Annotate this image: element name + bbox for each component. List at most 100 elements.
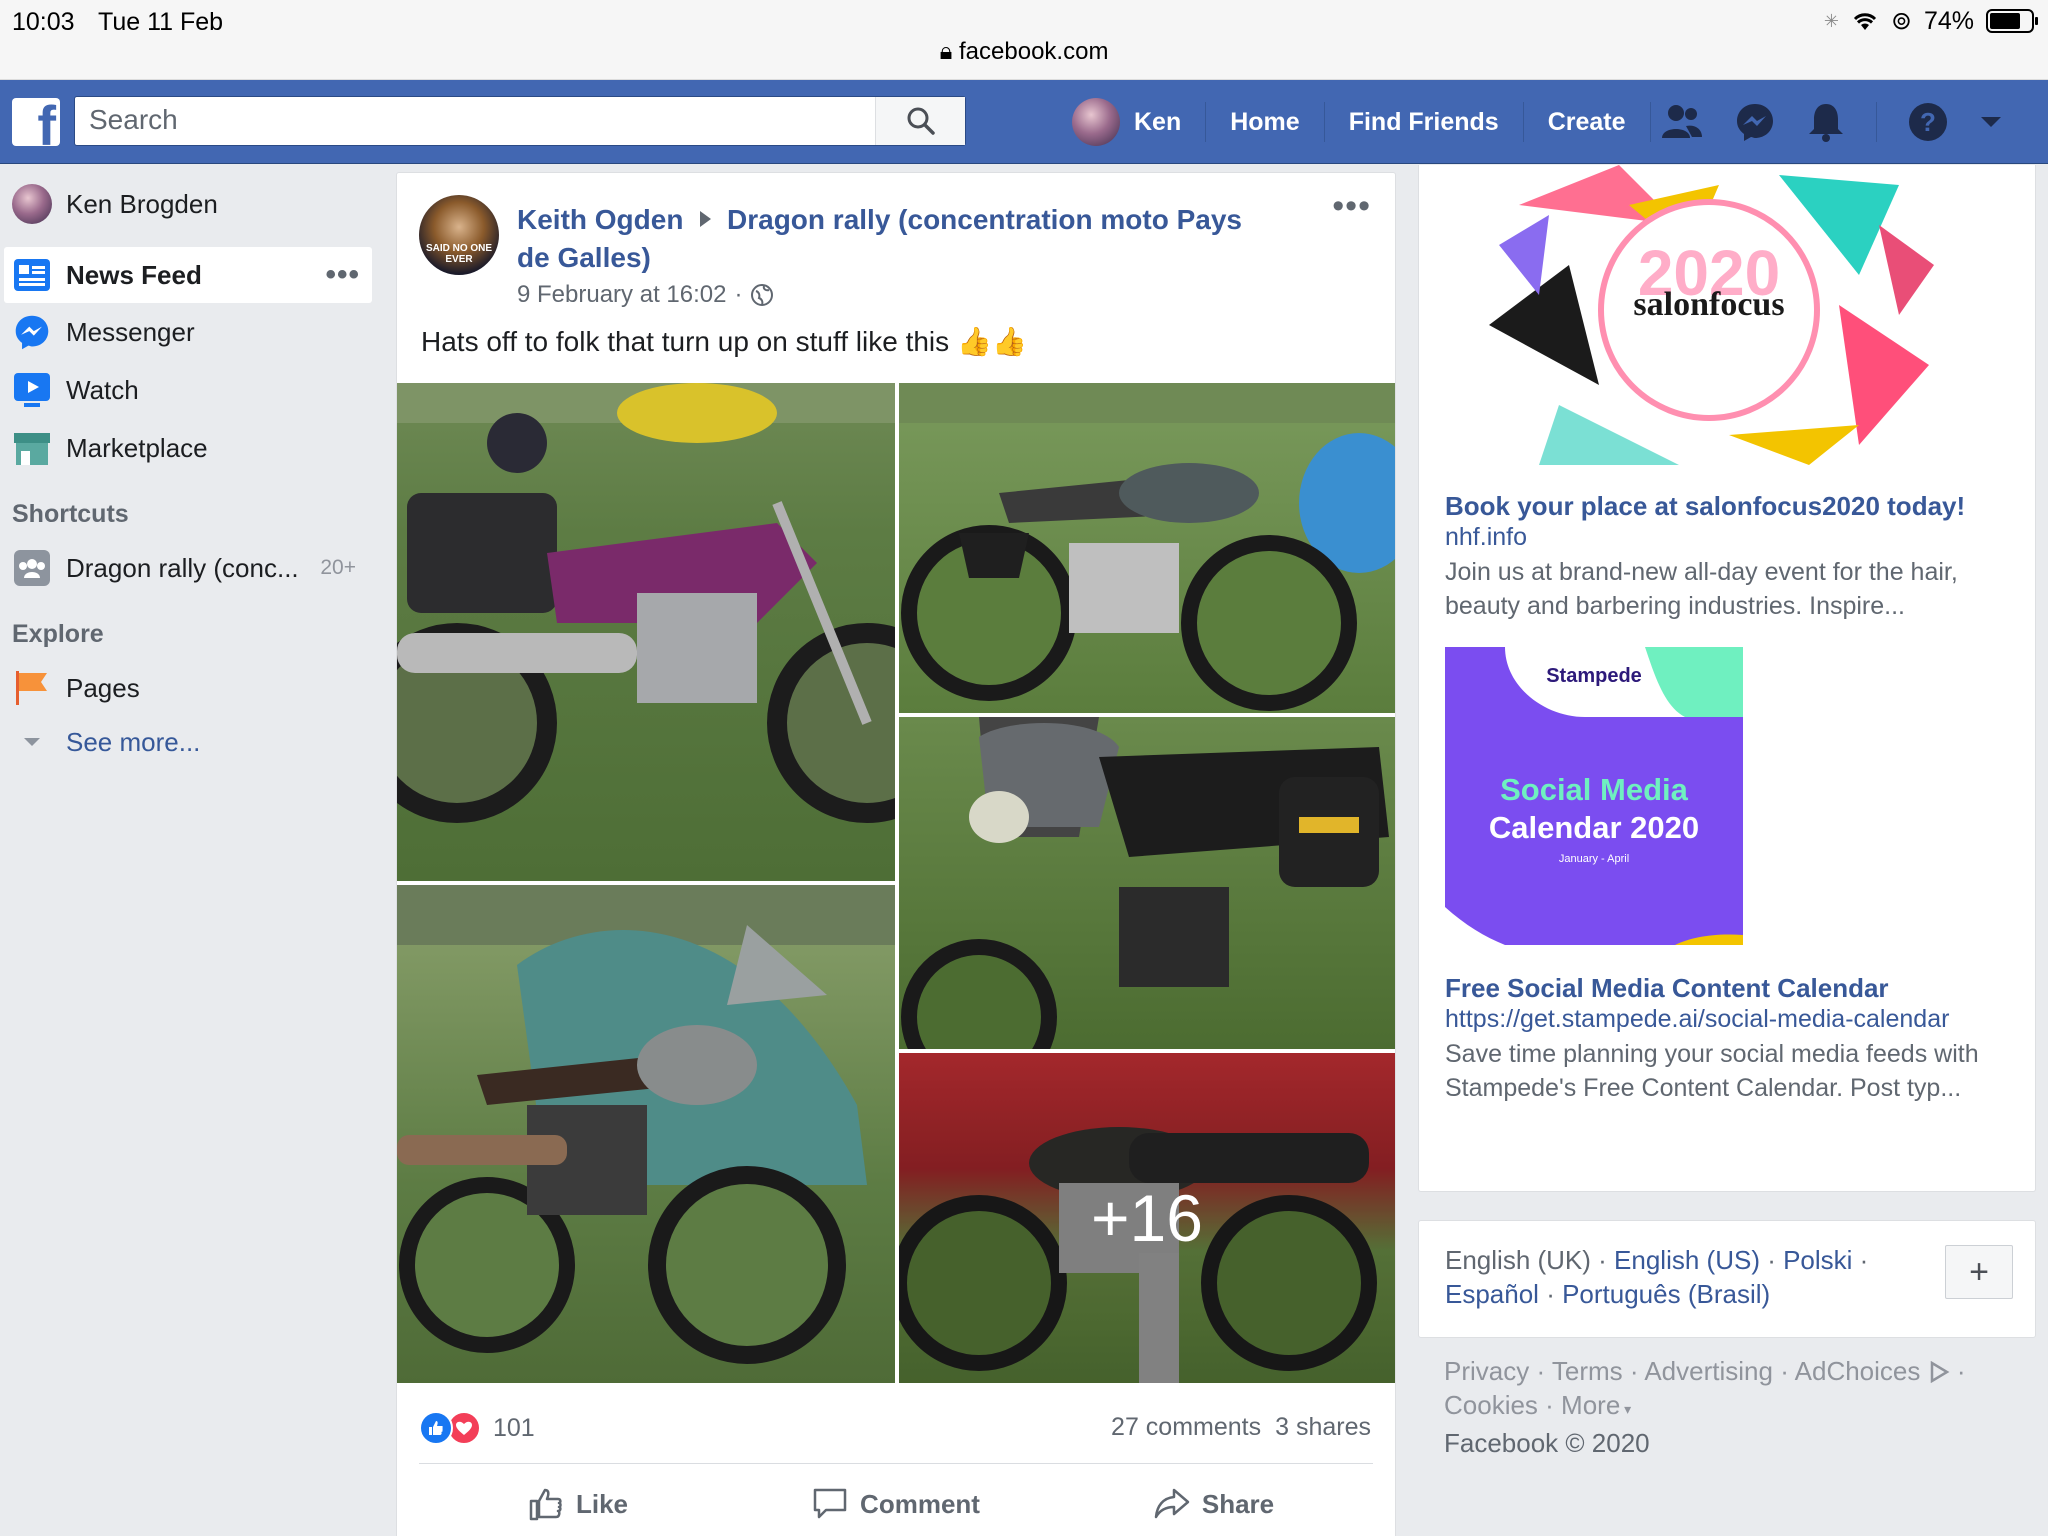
search-input[interactable] [75, 97, 875, 143]
sidebar-item-shortcut[interactable]: Dragon rally (conc... 20+ [0, 539, 380, 597]
comment-button[interactable]: Comment [737, 1469, 1055, 1536]
like-label: Like [575, 1488, 629, 1519]
lock-icon: 🔒︎ [939, 38, 953, 65]
post-body: Hats off to folk that turn up on stuff l… [421, 325, 1027, 358]
post-header: Keith Ogden Dragon rally (concentration … [517, 201, 1277, 277]
help-icon[interactable]: ? [1907, 101, 1949, 143]
add-language-button[interactable]: + [1945, 1245, 2013, 1299]
language-selector: English (UK) · English (US) · Polski · E… [1418, 1220, 2036, 1338]
sidebar-item-watch[interactable]: Watch [0, 361, 380, 419]
like-button[interactable]: Like [419, 1469, 737, 1536]
sidebar-item-pages[interactable]: Pages [0, 659, 380, 717]
battery-percent: 74% [1923, 6, 1974, 35]
copyright: Facebook © 2020 [1444, 1428, 1650, 1458]
friends-icon[interactable] [1660, 102, 1704, 142]
chevron-down-icon [24, 738, 40, 746]
language-link[interactable]: English (US) [1614, 1245, 1760, 1275]
ad-title[interactable]: Book your place at salonfocus2020 today! [1445, 491, 1965, 522]
comments-count[interactable]: 27 comments [1111, 1413, 1261, 1442]
photo-grey-motorcycle[interactable] [899, 383, 1395, 713]
language-link[interactable]: Português (Brasil) [1562, 1279, 1770, 1309]
search-button[interactable] [875, 97, 965, 145]
dropdown-icon[interactable] [1979, 114, 2003, 130]
nav-icons: ? [1660, 80, 2003, 164]
nav-profile-link[interactable]: Ken [1120, 108, 1205, 137]
facebook-logo-icon[interactable]: f [12, 98, 60, 146]
feed-post: SAID NO ONE EVER Keith Ogden Dragon rall… [396, 172, 1396, 1536]
sidebar-item-label: Watch [66, 374, 139, 405]
photo-more[interactable]: +16 [899, 1053, 1395, 1383]
sidebar-profile[interactable]: Ken Brogden [0, 175, 380, 233]
thumbs-up-icon [529, 1488, 562, 1521]
footer-link[interactable]: Cookies [1444, 1390, 1538, 1420]
svg-text:?: ? [1920, 107, 1936, 137]
post-options-icon[interactable]: ••• [1332, 187, 1371, 226]
footer-link[interactable]: Advertising [1644, 1356, 1773, 1386]
ad-image-text: salonfocus [1633, 286, 1784, 323]
more-photos-overlay: +16 [899, 1053, 1395, 1383]
post-actions: Like Comment Share [419, 1469, 1373, 1536]
sidebar-item-marketplace[interactable]: Marketplace [0, 419, 380, 477]
nav-find-friends-link[interactable]: Find Friends [1325, 108, 1523, 137]
share-label: Share [1201, 1488, 1275, 1519]
ad-link[interactable]: nhf.info [1445, 523, 1527, 552]
sidebar-item-label: Messenger [66, 316, 195, 347]
search-icon [907, 107, 935, 135]
ad-image-subheadline: Calendar 2020 [1488, 810, 1700, 845]
sidebar-item-label: Pages [66, 672, 140, 703]
messenger-icon [15, 315, 49, 350]
left-sidebar: Ken Brogden News Feed ••• Messenger Watc… [0, 165, 380, 767]
see-more-link[interactable]: See more... [0, 717, 380, 767]
sponsored-panel: 2020 salonfocus Book your place at salon… [1418, 165, 2036, 1192]
address-bar[interactable]: 🔒︎ facebook.com [0, 38, 2048, 66]
shortcuts-heading: Shortcuts [12, 499, 129, 528]
flag-icon [16, 671, 47, 705]
language-link[interactable]: Español [1445, 1279, 1539, 1309]
wifi-icon [1853, 13, 1877, 30]
photo-vintage-motorcycle-tent[interactable] [397, 885, 895, 1383]
share-button[interactable]: Share [1055, 1469, 1373, 1536]
ad-description: Save time planning your social media fee… [1445, 1040, 1979, 1102]
top-nav: Ken Home Find Friends Create [1072, 80, 1651, 164]
user-avatar[interactable] [1072, 98, 1120, 146]
notifications-icon[interactable] [1806, 101, 1846, 143]
footer: Privacy · Terms · Advertising · AdChoice… [1444, 1356, 1966, 1458]
status-date: Tue 11 Feb [98, 8, 224, 36]
shares-count[interactable]: 3 shares [1275, 1413, 1371, 1442]
photo-purple-motorcycle[interactable] [397, 383, 895, 881]
sidebar-item-news-feed[interactable]: News Feed ••• [4, 247, 372, 303]
thumbs-up-emoji: 👍👍 [957, 326, 1027, 357]
ad-image-stampede[interactable]: Stampede Social Media Calendar 2020 Janua… [1445, 647, 1743, 945]
footer-link[interactable]: More [1561, 1390, 1620, 1420]
reactions-summary[interactable]: 101 [419, 1411, 535, 1445]
post-timestamp[interactable]: 9 February at 16:02 [517, 281, 726, 309]
post-author-avatar[interactable]: SAID NO ONE EVER [419, 195, 499, 275]
ad-title[interactable]: Free Social Media Content Calendar [1445, 973, 1889, 1004]
sidebar-item-messenger[interactable]: Messenger [0, 303, 380, 361]
plus-icon: + [1969, 1252, 1989, 1291]
nav-create-link[interactable]: Create [1524, 108, 1650, 137]
ad-link[interactable]: https://get.stampede.ai/social-media-cal… [1445, 1005, 1949, 1034]
footer-link[interactable]: Terms [1552, 1356, 1623, 1386]
search-box [74, 96, 966, 146]
status-bar: 10:03 Tue 11 Feb 🔒︎ facebook.com ✳︎ ⊚ 74… [0, 0, 2048, 80]
nav-home-link[interactable]: Home [1206, 108, 1323, 137]
post-meta: 9 February at 16:02 · [517, 281, 774, 309]
marketplace-icon [14, 433, 50, 465]
like-reaction-icon [419, 1411, 453, 1445]
ad-description: Join us at brand-new all-day event for t… [1445, 558, 1958, 620]
more-options-icon[interactable]: ••• [325, 258, 360, 292]
footer-link[interactable]: AdChoices [1795, 1356, 1921, 1386]
photo-black-motorcycle[interactable] [899, 717, 1395, 1049]
see-more-label: See more... [66, 726, 201, 757]
messenger-icon[interactable] [1734, 101, 1776, 143]
post-author-link[interactable]: Keith Ogden [517, 204, 683, 235]
loading-icon: ✳︎ [1823, 10, 1839, 31]
footer-link[interactable]: Privacy [1444, 1356, 1529, 1386]
current-language: English (UK) [1445, 1245, 1591, 1275]
rotation-lock-icon: ⊚ [1891, 7, 1912, 35]
language-link[interactable]: Polski [1783, 1245, 1852, 1275]
ad-image-caption: January - April [1558, 853, 1630, 865]
url-text: facebook.com [959, 38, 1109, 65]
ad-image-salonfocus[interactable]: 2020 salonfocus [1479, 165, 1939, 465]
